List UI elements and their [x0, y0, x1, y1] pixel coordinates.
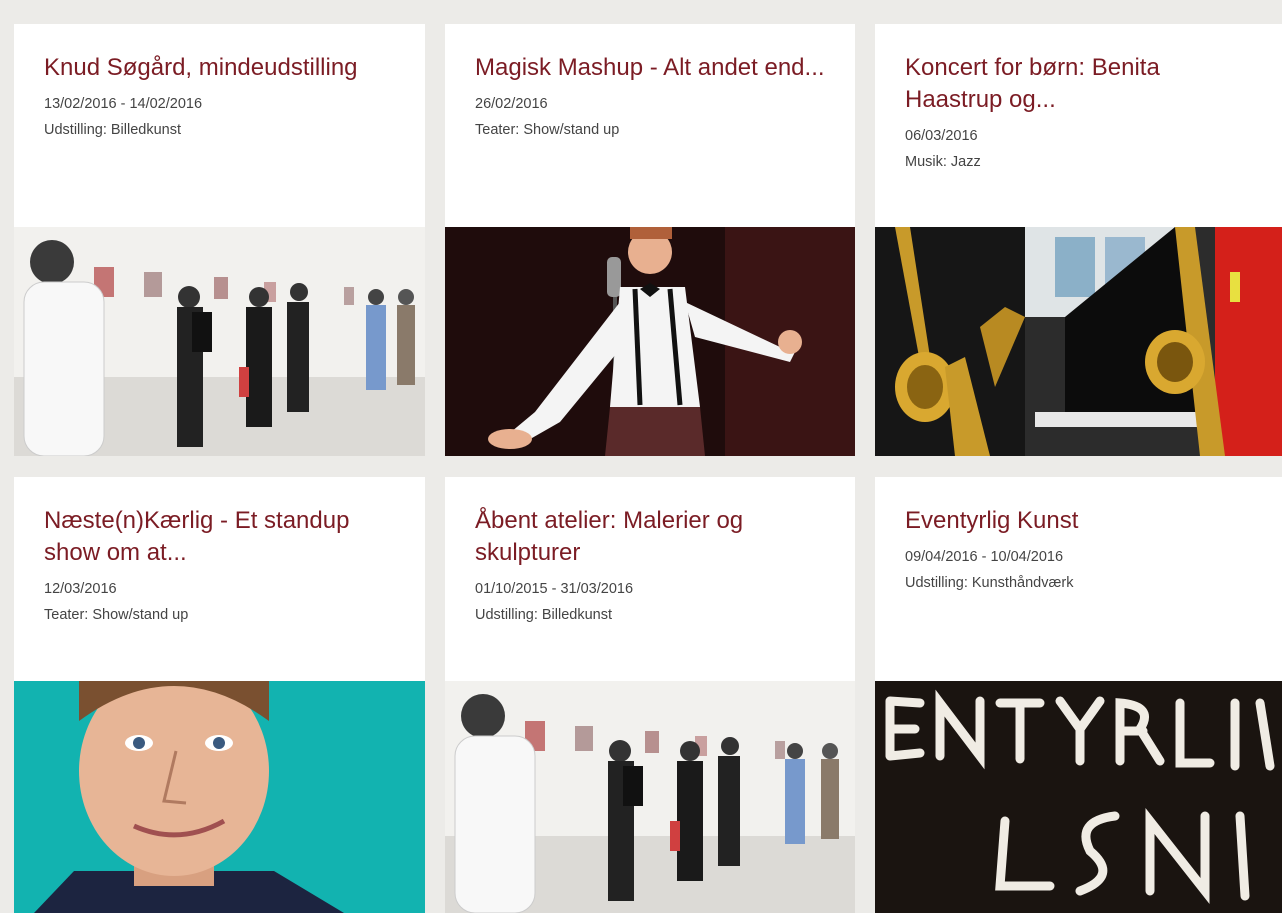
event-date: 09/04/2016 - 10/04/2016 — [905, 549, 1064, 565]
event-category: Teater: Show/stand up — [44, 607, 189, 623]
event-image[interactable] — [875, 681, 1282, 913]
event-category: Udstilling: Billedkunst — [44, 122, 182, 138]
event-card-text: Magisk Mashup - Alt andet end... 26/02/2… — [475, 52, 835, 143]
event-image[interactable] — [875, 227, 1282, 456]
event-card-text: Åbent atelier: Malerier og skulpturer 01… — [475, 505, 835, 628]
event-title[interactable]: Knud Søgård, mindeudstilling — [44, 52, 405, 84]
painted-lettering-photo — [875, 681, 1282, 913]
gallery-exhibition-photo — [14, 227, 425, 456]
event-card[interactable]: Magisk Mashup - Alt andet end... 26/02/2… — [445, 24, 855, 456]
event-image[interactable] — [14, 681, 425, 913]
event-image[interactable] — [14, 227, 425, 456]
event-card[interactable]: Åbent atelier: Malerier og skulpturer 01… — [445, 477, 855, 913]
event-category: Teater: Show/stand up — [475, 122, 620, 138]
event-title[interactable]: Eventyrlig Kunst — [905, 505, 1262, 537]
event-title[interactable]: Næste(n)Kærlig - Et standup show om at..… — [44, 505, 405, 569]
event-date: 01/10/2015 - 31/03/2016 — [475, 581, 634, 597]
event-title[interactable]: Åbent atelier: Malerier og skulpturer — [475, 505, 835, 569]
event-card[interactable]: Koncert for børn: Benita Haastrup og... … — [875, 24, 1282, 456]
event-category: Udstilling: Kunsthåndværk — [905, 575, 1074, 591]
event-category: Udstilling: Billedkunst — [475, 607, 613, 623]
event-date: 06/03/2016 — [905, 128, 978, 144]
performer-on-stage-photo — [445, 227, 855, 456]
event-date: 12/03/2016 — [44, 581, 117, 597]
event-card-text: Eventyrlig Kunst 09/04/2016 - 10/04/2016… — [905, 505, 1262, 596]
event-date: 26/02/2016 — [475, 96, 548, 112]
saxophones-and-piano-photo — [875, 227, 1282, 456]
event-grid: Knud Søgård, mindeudstilling 13/02/2016 … — [0, 0, 1282, 913]
event-image[interactable] — [445, 681, 855, 913]
event-card[interactable]: Knud Søgård, mindeudstilling 13/02/2016 … — [14, 24, 425, 456]
event-card[interactable]: Næste(n)Kærlig - Et standup show om at..… — [14, 477, 425, 913]
event-card-text: Næste(n)Kærlig - Et standup show om at..… — [44, 505, 405, 628]
event-card[interactable]: Eventyrlig Kunst 09/04/2016 - 10/04/2016… — [875, 477, 1282, 913]
comedian-portrait-photo — [14, 681, 425, 913]
event-image[interactable] — [445, 227, 855, 456]
event-date: 13/02/2016 - 14/02/2016 — [44, 96, 203, 112]
event-card-text: Knud Søgård, mindeudstilling 13/02/2016 … — [44, 52, 405, 143]
event-card-text: Koncert for børn: Benita Haastrup og... … — [905, 52, 1262, 175]
event-category: Musik: Jazz — [905, 154, 981, 170]
event-title[interactable]: Koncert for børn: Benita Haastrup og... — [905, 52, 1262, 116]
gallery-exhibition-photo — [445, 681, 855, 913]
event-title[interactable]: Magisk Mashup - Alt andet end... — [475, 52, 835, 84]
